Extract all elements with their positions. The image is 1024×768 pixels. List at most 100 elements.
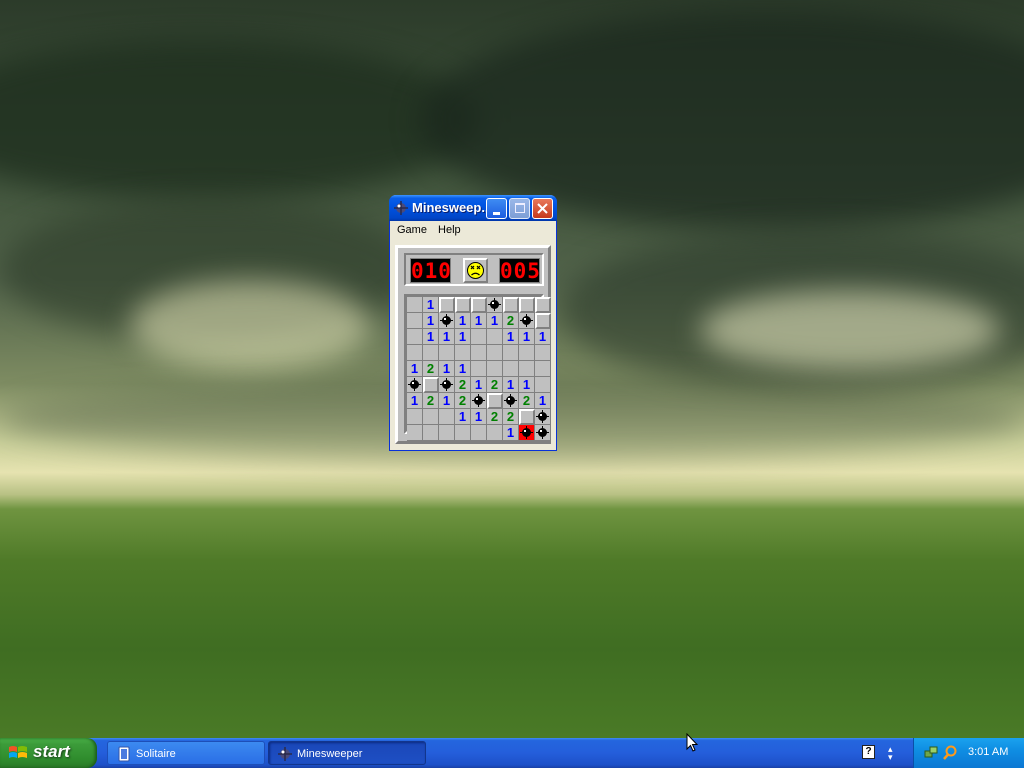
number-cell[interactable]: 1 bbox=[439, 361, 455, 377]
empty-cell[interactable] bbox=[519, 345, 535, 361]
number-cell[interactable]: 1 bbox=[503, 329, 519, 345]
number-cell[interactable]: 1 bbox=[535, 393, 551, 409]
number-cell[interactable]: 1 bbox=[455, 313, 471, 329]
number-cell[interactable]: 1 bbox=[423, 329, 439, 345]
number-cell[interactable]: 1 bbox=[439, 329, 455, 345]
empty-cell[interactable] bbox=[519, 361, 535, 377]
empty-cell[interactable] bbox=[407, 329, 423, 345]
start-button[interactable]: start bbox=[0, 738, 97, 768]
covered-cell[interactable] bbox=[471, 297, 487, 313]
number-cell[interactable]: 1 bbox=[471, 313, 487, 329]
face-button[interactable] bbox=[463, 258, 488, 283]
covered-cell[interactable] bbox=[455, 297, 471, 313]
covered-cell[interactable] bbox=[503, 297, 519, 313]
maximize-button[interactable] bbox=[509, 198, 530, 219]
clock[interactable]: 3:01 AM bbox=[968, 746, 1008, 758]
number-cell[interactable]: 1 bbox=[455, 361, 471, 377]
empty-cell[interactable] bbox=[535, 361, 551, 377]
empty-cell[interactable] bbox=[423, 345, 439, 361]
number-cell[interactable]: 1 bbox=[503, 425, 519, 441]
number-cell[interactable]: 1 bbox=[519, 329, 535, 345]
number-cell[interactable]: 2 bbox=[487, 409, 503, 425]
empty-cell[interactable] bbox=[487, 425, 503, 441]
number-cell[interactable]: 2 bbox=[503, 313, 519, 329]
number-cell[interactable]: 1 bbox=[423, 313, 439, 329]
empty-cell[interactable] bbox=[487, 329, 503, 345]
number-cell[interactable]: 2 bbox=[487, 377, 503, 393]
mine-cell[interactable] bbox=[407, 377, 423, 393]
number-cell[interactable]: 1 bbox=[471, 377, 487, 393]
menu-game[interactable]: Game bbox=[393, 222, 431, 238]
covered-cell[interactable] bbox=[519, 297, 535, 313]
number-cell[interactable]: 1 bbox=[535, 329, 551, 345]
number-cell[interactable]: 1 bbox=[439, 393, 455, 409]
title-bar[interactable]: Minesweep... bbox=[389, 195, 557, 221]
covered-cell[interactable] bbox=[535, 313, 551, 329]
mine-cell[interactable] bbox=[503, 393, 519, 409]
empty-cell[interactable] bbox=[423, 425, 439, 441]
number-cell[interactable]: 1 bbox=[519, 377, 535, 393]
number-cell[interactable]: 1 bbox=[423, 297, 439, 313]
sun-glow bbox=[130, 280, 370, 370]
number-cell[interactable]: 2 bbox=[423, 361, 439, 377]
minesweeper-window[interactable]: Minesweep... Game Help 010 005 1 1 1 1 1… bbox=[389, 195, 557, 451]
mine-cell[interactable] bbox=[487, 297, 503, 313]
empty-cell[interactable] bbox=[503, 345, 519, 361]
number-cell[interactable]: 1 bbox=[471, 409, 487, 425]
close-button[interactable] bbox=[532, 198, 553, 219]
taskbar-button-minesweeper[interactable]: Minesweeper bbox=[268, 741, 426, 765]
empty-cell[interactable] bbox=[535, 377, 551, 393]
mine-cell[interactable] bbox=[535, 409, 551, 425]
taskbar-label: Solitaire bbox=[136, 748, 176, 760]
number-cell[interactable]: 1 bbox=[407, 361, 423, 377]
covered-cell[interactable] bbox=[535, 297, 551, 313]
empty-cell[interactable] bbox=[407, 409, 423, 425]
covered-cell[interactable] bbox=[423, 377, 439, 393]
empty-cell[interactable] bbox=[423, 409, 439, 425]
number-cell[interactable]: 1 bbox=[487, 313, 503, 329]
empty-cell[interactable] bbox=[439, 409, 455, 425]
number-cell[interactable]: 1 bbox=[455, 329, 471, 345]
empty-cell[interactable] bbox=[407, 297, 423, 313]
empty-cell[interactable] bbox=[471, 425, 487, 441]
empty-cell[interactable] bbox=[503, 361, 519, 377]
empty-cell[interactable] bbox=[455, 425, 471, 441]
empty-cell[interactable] bbox=[471, 329, 487, 345]
number-cell[interactable]: 2 bbox=[455, 393, 471, 409]
covered-cell[interactable] bbox=[439, 297, 455, 313]
language-bar[interactable]: ? bbox=[859, 743, 883, 763]
chevron-down-icon[interactable]: ▴ ▾ bbox=[888, 745, 893, 762]
mine-cell[interactable] bbox=[535, 425, 551, 441]
empty-cell[interactable] bbox=[407, 425, 423, 441]
number-cell[interactable]: 2 bbox=[503, 409, 519, 425]
empty-cell[interactable] bbox=[487, 345, 503, 361]
empty-cell[interactable] bbox=[407, 345, 423, 361]
covered-cell[interactable] bbox=[519, 409, 535, 425]
search-icon[interactable] bbox=[942, 745, 958, 761]
exploded-mine-cell[interactable] bbox=[519, 425, 535, 441]
taskbar-button-solitaire[interactable]: Solitaire bbox=[107, 741, 265, 765]
number-cell[interactable]: 1 bbox=[455, 409, 471, 425]
mine-cell[interactable] bbox=[439, 313, 455, 329]
network-icon[interactable] bbox=[924, 745, 938, 759]
mine-cell[interactable] bbox=[439, 377, 455, 393]
empty-cell[interactable] bbox=[487, 361, 503, 377]
empty-cell[interactable] bbox=[471, 345, 487, 361]
minimize-button[interactable] bbox=[486, 198, 507, 219]
mine-cell[interactable] bbox=[471, 393, 487, 409]
empty-cell[interactable] bbox=[439, 345, 455, 361]
empty-cell[interactable] bbox=[535, 345, 551, 361]
mine-cell[interactable] bbox=[519, 313, 535, 329]
number-cell[interactable]: 2 bbox=[423, 393, 439, 409]
number-cell[interactable]: 1 bbox=[503, 377, 519, 393]
number-cell[interactable]: 2 bbox=[519, 393, 535, 409]
sun-glow bbox=[700, 290, 1000, 370]
empty-cell[interactable] bbox=[439, 425, 455, 441]
menu-help[interactable]: Help bbox=[434, 222, 465, 238]
empty-cell[interactable] bbox=[407, 313, 423, 329]
number-cell[interactable]: 2 bbox=[455, 377, 471, 393]
number-cell[interactable]: 1 bbox=[407, 393, 423, 409]
empty-cell[interactable] bbox=[455, 345, 471, 361]
empty-cell[interactable] bbox=[471, 361, 487, 377]
covered-cell[interactable] bbox=[487, 393, 503, 409]
